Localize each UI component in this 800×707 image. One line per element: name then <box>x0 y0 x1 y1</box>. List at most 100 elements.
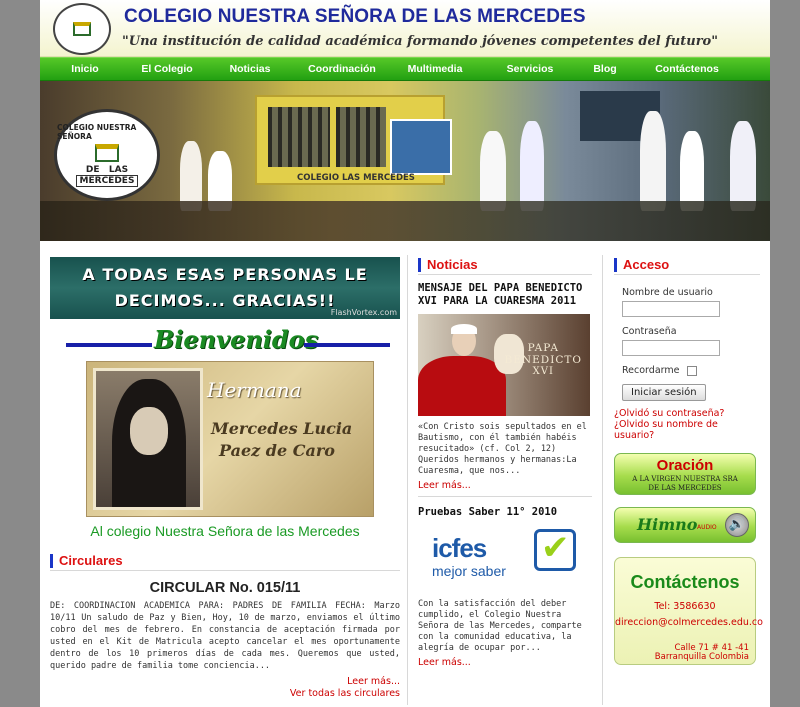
forgot-username-link[interactable]: ¿Olvido su nombre de usuario? <box>614 419 760 441</box>
right-column: Acceso Nombre de usuario Contraseña Reco… <box>614 257 763 665</box>
news-separator <box>418 496 592 497</box>
flash-line-1: A TODAS ESAS PERSONAS LE <box>82 265 368 284</box>
main-nav: Inicio El Colegio Noticias Coordinación … <box>40 57 770 81</box>
news-excerpt: Con la satisfacción del deber cumplido, … <box>418 599 582 653</box>
speaker-icon: 🔊 <box>725 513 749 537</box>
circular-body: DE: COORDINACION ACADEMICA PARA: PADRES … <box>50 601 400 671</box>
hermana-image: Hermana Mercedes Lucia Paez de Caro <box>86 361 374 517</box>
welcome-row: Bienvenidos <box>50 325 400 361</box>
banner-person <box>680 131 704 211</box>
content: A TODAS ESAS PERSONAS LE DECIMOS... GRAC… <box>40 241 770 707</box>
password-input[interactable] <box>622 340 720 356</box>
contact-address: Calle 71 # 41 -41 Barranquilla Colombia <box>654 643 749 662</box>
banner-floor <box>40 201 770 241</box>
site-title: COLEGIO NUESTRA SEÑORA DE LAS MERCEDES <box>124 6 586 27</box>
password-row: Contraseña <box>622 326 760 356</box>
nav-contactenos[interactable]: Contáctenos <box>632 58 742 80</box>
hermana-name-line-1: Mercedes Lucia <box>211 419 353 438</box>
oracion-subtitle-2: DE LAS MERCEDES <box>648 484 722 492</box>
check-icon <box>534 528 576 571</box>
hermana-name: Mercedes Lucia Paez de Caro <box>211 418 352 462</box>
banner-person <box>520 121 544 211</box>
news-read-more-link[interactable]: Leer más... <box>418 657 592 668</box>
nav-blog[interactable]: Blog <box>578 58 632 80</box>
icfes-logo: icfes mejor saber <box>430 527 580 587</box>
seal-de: DE LAS <box>85 165 129 175</box>
banner-photo: COLEGIO LAS MERCEDES COLEGIO NUESTRA SEÑ… <box>40 81 770 241</box>
hermana-face <box>130 407 168 455</box>
nav-inicio[interactable]: Inicio <box>40 58 130 80</box>
seal-text: COLEGIO NUESTRA SEÑORA <box>57 123 137 141</box>
left-column: A TODAS ESAS PERSONAS LE DECIMOS... GRAC… <box>50 257 400 699</box>
icfes-logo-subtext: mejor saber <box>432 563 506 579</box>
column-divider <box>602 255 603 705</box>
circulares-section: Circulares CIRCULAR No. 015/11 DE: COORD… <box>50 553 400 699</box>
contact-card[interactable]: Contáctenos Tel: 3586630 direccion@colme… <box>614 557 763 665</box>
news-title[interactable]: Pruebas Saber 11° 2010 <box>418 506 592 519</box>
site-tagline: "Una institución de calidad académica fo… <box>122 34 719 49</box>
himno-button[interactable]: Himno AUDIO 🔊 <box>614 507 756 543</box>
book-icon <box>95 144 119 162</box>
flash-banner[interactable]: A TODAS ESAS PERSONAS LE DECIMOS... GRAC… <box>50 257 400 319</box>
nav-multimedia[interactable]: Multimedia <box>388 58 482 80</box>
oracion-button[interactable]: Oración A LA VIRGEN NUESTRA SRA DE LAS M… <box>614 453 756 495</box>
hermana-photo <box>93 368 203 510</box>
remember-row: Recordarme <box>622 365 760 376</box>
welcome-title: Bienvenidos <box>154 325 319 354</box>
login-button[interactable]: Iniciar sesión <box>622 384 706 401</box>
password-label: Contraseña <box>622 326 677 337</box>
oracion-title: Oración <box>656 457 714 474</box>
icfes-logo-text: icfes <box>432 533 487 563</box>
remember-checkbox[interactable] <box>687 365 698 376</box>
page: COLEGIO NUESTRA SEÑORA DE LAS MERCEDES "… <box>40 0 770 707</box>
nav-coordinacion[interactable]: Coordinación <box>296 58 388 80</box>
news-column: Noticias MENSAJE DEL PAPA BENEDICTO XVI … <box>418 257 592 668</box>
pope-robe <box>418 356 506 416</box>
username-input[interactable] <box>622 301 720 317</box>
pope-cap <box>451 324 477 334</box>
username-label: Nombre de usuario <box>622 287 713 298</box>
remember-label: Recordarme <box>622 365 680 376</box>
welcome-caption: Al colegio Nuestra Señora de las Mercede… <box>90 523 360 539</box>
banner-person <box>480 131 506 211</box>
nav-noticias[interactable]: Noticias <box>204 58 296 80</box>
banner-window <box>268 107 330 167</box>
himno-title: Himno <box>637 515 698 534</box>
oracion-subtitle-1: A LA VIRGEN NUESTRA SRA <box>632 475 738 483</box>
news-title[interactable]: MENSAJE DEL PAPA BENEDICTO XVI PARA LA C… <box>418 282 592 308</box>
news-read-more-link[interactable]: Leer más... <box>418 480 592 491</box>
banner-person <box>730 121 756 211</box>
login-form: Nombre de usuario Contraseña Recordarme … <box>614 287 760 401</box>
login-heading: Acceso <box>614 257 760 275</box>
see-all-circulares-link[interactable]: Ver todas las circulares <box>50 688 400 699</box>
column-divider <box>407 255 408 705</box>
nav-el-colegio[interactable]: El Colegio <box>130 58 204 80</box>
hermana-name-line-2: Paez de Caro <box>219 441 335 460</box>
welcome-bar-right <box>304 343 390 347</box>
news-image-pope: PAPA BENEDICTO XVI <box>418 314 590 416</box>
flash-watermark: FlashVortex.com <box>330 308 397 317</box>
news-item: Pruebas Saber 11° 2010 icfes mejor saber… <box>418 506 592 668</box>
pope-image-caption: PAPA BENEDICTO XVI <box>504 342 582 377</box>
banner-sign <box>390 119 452 175</box>
himno-subtitle: AUDIO <box>697 524 717 531</box>
circular-title[interactable]: CIRCULAR No. 015/11 <box>50 580 400 596</box>
banner-person <box>640 111 666 211</box>
banner-window <box>336 107 386 167</box>
book-icon <box>73 22 91 36</box>
news-item: MENSAJE DEL PAPA BENEDICTO XVI PARA LA C… <box>418 282 592 491</box>
contact-phone: Tel: 3586630 <box>654 601 716 612</box>
nav-servicios[interactable]: Servicios <box>482 58 578 80</box>
contact-title: Contáctenos <box>630 572 740 592</box>
circular-read-more-link[interactable]: Leer más... <box>50 676 400 687</box>
forgot-password-link[interactable]: ¿Olvidó su contraseña? <box>614 408 760 419</box>
contact-email: direccion@colmercedes.edu.co <box>615 617 763 628</box>
news-heading: Noticias <box>418 257 592 275</box>
school-logo[interactable] <box>53 3 111 55</box>
banner-seal: COLEGIO NUESTRA SEÑORA DE LAS MERCEDES <box>54 109 160 201</box>
banner-wall-text: COLEGIO LAS MERCEDES <box>297 173 415 183</box>
circulares-heading: Circulares <box>50 553 400 571</box>
seal-mercedes: MERCEDES <box>75 175 139 187</box>
news-excerpt: «Con Cristo sois sepultados en el Bautis… <box>418 422 587 476</box>
welcome-bar-left <box>66 343 152 347</box>
